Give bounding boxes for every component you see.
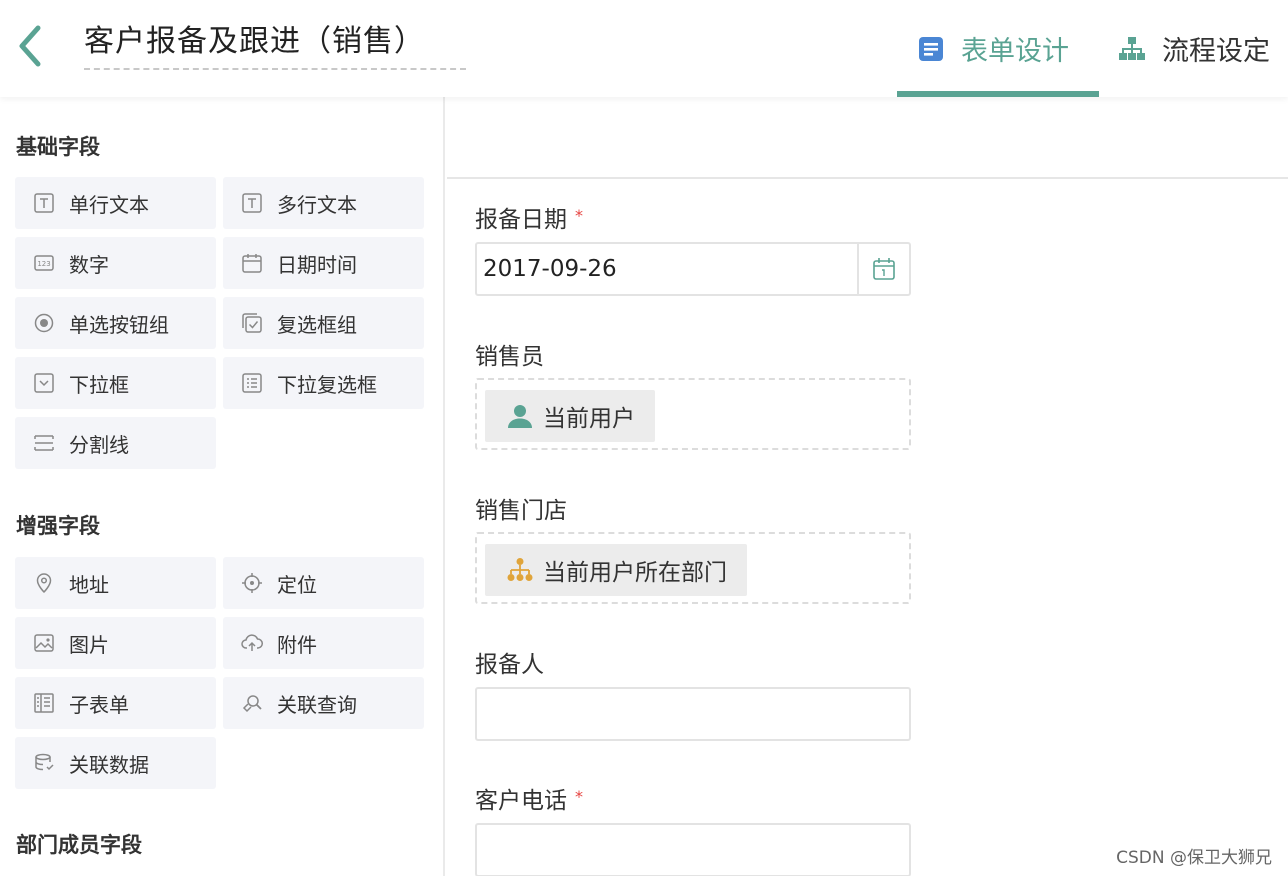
field-store-label: 销售门店 — [475, 498, 567, 524]
watermark: CSDN @保卫大狮兄 — [1116, 848, 1272, 868]
chip-text: 当前用户所在部门 — [543, 560, 727, 586]
field-reporter-label: 报备人 — [475, 652, 544, 678]
org-chart-icon — [507, 557, 533, 583]
report-date-value: 2017-09-26 — [483, 256, 617, 282]
field-label-text: 下拉框 — [69, 372, 129, 397]
field-label-text: 单行文本 — [69, 192, 149, 217]
form-header-area[interactable] — [447, 97, 1288, 179]
checkbox-icon — [241, 312, 263, 334]
field-dropdown-checkbox[interactable]: 下拉复选框 — [223, 357, 424, 409]
form-icon — [917, 35, 945, 63]
field-datetime[interactable]: 日期时间 — [223, 237, 424, 289]
field-single-line-text[interactable]: 单行文本 — [15, 177, 216, 229]
field-linked-query[interactable]: 关联查询 — [223, 677, 424, 729]
text-box-icon — [33, 192, 55, 214]
link-search-icon — [241, 692, 263, 714]
field-checkbox-group[interactable]: 复选框组 — [223, 297, 424, 349]
field-address[interactable]: 地址 — [15, 557, 216, 609]
section-title-enhanced: 增强字段 — [16, 514, 100, 538]
section-title-department: 部门成员字段 — [16, 833, 142, 857]
flow-icon — [1118, 35, 1146, 63]
date-picker-button[interactable] — [857, 244, 909, 294]
field-label-text: 日期时间 — [277, 252, 357, 277]
tab-form-design[interactable]: 表单设计 — [897, 0, 1099, 97]
image-icon — [33, 632, 55, 654]
calendar-icon — [241, 252, 263, 274]
form-canvas: 报备日期 * 2017-09-26 销售员 当前用户 销售门店 当前用户所在部门… — [447, 97, 1288, 876]
field-label-text: 分割线 — [69, 432, 129, 457]
field-label-text: 定位 — [277, 572, 317, 597]
chevron-left-icon — [19, 25, 41, 67]
field-palette: 基础字段 单行文本 多行文本 123 数字 日期时间 单选按钮组 复选框组 下拉… — [0, 97, 445, 876]
field-label-text: 复选框组 — [277, 312, 357, 337]
field-label-text: 地址 — [69, 572, 109, 597]
location-pin-icon — [33, 572, 55, 594]
field-attachment[interactable]: 附件 — [223, 617, 424, 669]
field-label-text: 多行文本 — [277, 192, 357, 217]
top-bar: 客户报备及跟进（销售） 表单设计 流程设定 — [0, 0, 1288, 97]
dropdown-icon — [33, 372, 55, 394]
number-icon: 123 — [33, 252, 55, 274]
label-text: 客户电话 — [475, 788, 567, 814]
field-label-text: 子表单 — [69, 692, 129, 717]
field-label-text: 关联数据 — [69, 752, 149, 777]
field-radio-group[interactable]: 单选按钮组 — [15, 297, 216, 349]
report-date-input[interactable]: 2017-09-26 — [475, 242, 911, 296]
required-mark: * — [575, 206, 583, 225]
form-title[interactable]: 客户报备及跟进（销售） — [84, 20, 466, 70]
store-field[interactable]: 当前用户所在部门 — [475, 532, 911, 604]
field-subform[interactable]: 子表单 — [15, 677, 216, 729]
crosshair-icon — [241, 572, 263, 594]
tab-flow-settings-label: 流程设定 — [1162, 36, 1270, 67]
customer-phone-input[interactable] — [475, 823, 911, 876]
field-label-text: 关联查询 — [277, 692, 357, 717]
calendar-icon — [873, 258, 895, 280]
field-number[interactable]: 123 数字 — [15, 237, 216, 289]
upload-cloud-icon — [241, 632, 263, 654]
field-divider[interactable]: 分割线 — [15, 417, 216, 469]
active-tab-indicator — [897, 91, 1099, 97]
field-label-text: 下拉复选框 — [277, 372, 377, 397]
required-mark: * — [575, 787, 583, 806]
back-button[interactable] — [12, 22, 52, 70]
field-salesperson-label: 销售员 — [475, 344, 544, 370]
current-department-chip[interactable]: 当前用户所在部门 — [485, 544, 747, 596]
svg-text:123: 123 — [37, 260, 50, 268]
section-title-basic: 基础字段 — [16, 135, 100, 159]
field-label-text: 图片 — [69, 632, 109, 657]
field-location[interactable]: 定位 — [223, 557, 424, 609]
tab-flow-settings[interactable]: 流程设定 — [1118, 0, 1288, 97]
field-dropdown[interactable]: 下拉框 — [15, 357, 216, 409]
database-icon — [33, 752, 55, 774]
field-customer-phone-label: 客户电话 * — [475, 781, 583, 815]
field-multi-line-text[interactable]: 多行文本 — [223, 177, 424, 229]
field-label-text: 数字 — [69, 252, 109, 277]
tab-form-design-label: 表单设计 — [961, 36, 1069, 67]
checklist-icon — [241, 372, 263, 394]
salesperson-field[interactable]: 当前用户 — [475, 378, 911, 450]
field-linked-data[interactable]: 关联数据 — [15, 737, 216, 789]
field-image[interactable]: 图片 — [15, 617, 216, 669]
divider-icon — [33, 432, 55, 454]
reporter-input[interactable] — [475, 687, 911, 741]
label-text: 报备日期 — [475, 207, 567, 233]
field-report-date-label: 报备日期 * — [475, 200, 583, 234]
chip-text: 当前用户 — [543, 406, 635, 432]
current-user-chip[interactable]: 当前用户 — [485, 390, 655, 442]
user-icon — [507, 403, 533, 429]
radio-icon — [33, 312, 55, 334]
field-label-text: 附件 — [277, 632, 317, 657]
field-label-text: 单选按钮组 — [69, 312, 169, 337]
text-box-icon — [241, 192, 263, 214]
subform-icon — [33, 692, 55, 714]
